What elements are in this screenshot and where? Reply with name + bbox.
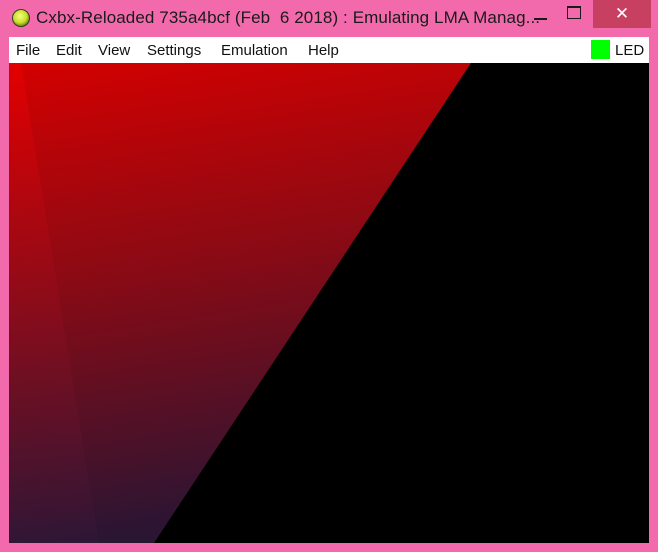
app-icon[interactable] [12,9,30,27]
led-label: LED [615,42,645,59]
menu-edit[interactable]: Edit [56,42,82,59]
minimize-icon [533,18,547,20]
emulator-window: Cxbx-Reloaded 735a4bcf (Feb 6 2018) : Em… [0,0,658,552]
render-canvas[interactable] [9,63,649,543]
title-bar[interactable]: Cxbx-Reloaded 735a4bcf (Feb 6 2018) : Em… [0,0,658,36]
menu-settings[interactable]: Settings [147,42,201,59]
menu-file[interactable]: File [16,42,40,59]
led-indicator [591,40,610,59]
menu-bar: File Edit View Settings Emulation Help L… [9,37,649,63]
minimize-button[interactable] [520,0,560,30]
close-button[interactable]: ✕ [593,0,651,28]
close-icon: ✕ [614,3,630,24]
menu-view[interactable]: View [98,42,130,59]
maximize-button[interactable] [556,0,592,30]
menu-emulation[interactable]: Emulation [221,42,288,59]
render-surface [9,63,649,543]
menu-help[interactable]: Help [308,42,339,59]
window-title: Cxbx-Reloaded 735a4bcf (Feb 6 2018) : Em… [36,8,541,27]
maximize-icon [567,5,581,19]
